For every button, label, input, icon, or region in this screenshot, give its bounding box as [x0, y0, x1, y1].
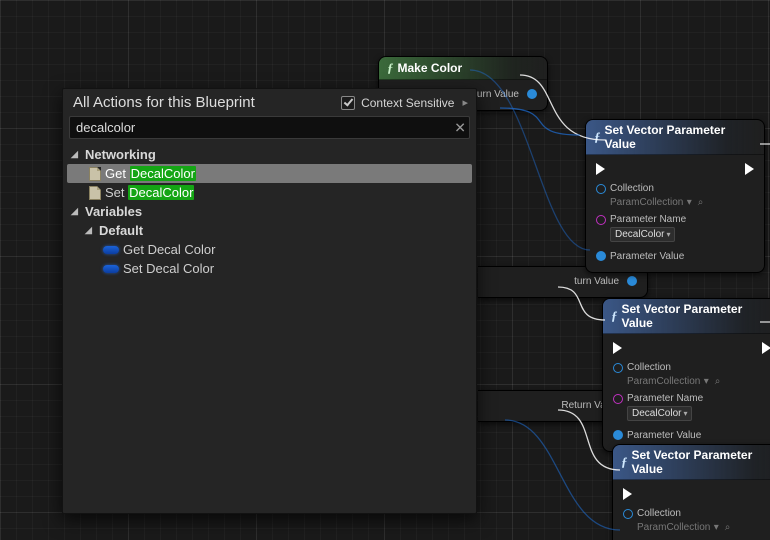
context-sensitive-toggle[interactable]: Context Sensitive ▸: [341, 96, 468, 110]
pin-value: ParamCollection: [637, 522, 710, 533]
exec-pin-out[interactable]: [745, 163, 754, 175]
node-header[interactable]: ƒ Set Vector Parameter Value: [603, 299, 770, 334]
action-label: Get Decal Color: [123, 242, 215, 257]
node-set-vector-param-2[interactable]: ƒ Set Vector Parameter Value Collection …: [602, 298, 770, 452]
collapse-icon: ◢: [71, 149, 81, 160]
pin-label: Collection: [637, 508, 681, 519]
param-name-dropdown[interactable]: DecalColor: [610, 227, 675, 242]
pin-label: Parameter Value: [627, 430, 701, 441]
exec-pin-in[interactable]: [613, 342, 622, 354]
pin-output[interactable]: [527, 89, 537, 99]
action-list: ◢ Networking Get DecalColor Set DecalCol…: [63, 143, 476, 513]
function-doc-icon: [89, 167, 101, 181]
browse-icon[interactable]: ⌕: [715, 376, 721, 387]
action-label: Set Decal Color: [123, 261, 214, 276]
pin-label: Parameter Name: [610, 214, 686, 225]
node-set-vector-param-3[interactable]: ƒ Set Vector Parameter Value Collection …: [612, 444, 770, 540]
action-label: Get DecalColor: [105, 166, 196, 181]
pin-collection[interactable]: [596, 184, 606, 194]
category-label: Variables: [85, 204, 142, 219]
action-get-decal-color-var[interactable]: Get Decal Color: [67, 240, 472, 259]
menu-title: All Actions for this Blueprint: [73, 94, 255, 111]
dropdown-icon[interactable]: ▾: [714, 522, 719, 533]
function-icon: ƒ: [621, 454, 628, 470]
chevron-right-icon: ▸: [462, 96, 468, 109]
context-sensitive-label: Context Sensitive: [361, 96, 454, 110]
function-icon: ƒ: [611, 308, 618, 324]
pin-collection[interactable]: [623, 509, 633, 519]
function-icon: ƒ: [594, 129, 601, 145]
node-header[interactable]: ƒ Set Vector Parameter Value: [586, 120, 764, 155]
pin-collection[interactable]: [613, 363, 623, 373]
action-label: Set DecalColor: [105, 185, 194, 200]
pin-param-name[interactable]: [613, 394, 623, 404]
category-label: Networking: [85, 147, 156, 162]
collapse-icon: ◢: [85, 225, 95, 236]
function-doc-icon: [89, 186, 101, 200]
category-variables[interactable]: ◢ Variables: [67, 202, 472, 221]
variable-pill-icon: [103, 265, 119, 273]
node-header-make-color[interactable]: ƒ Make Color: [379, 57, 547, 80]
browse-icon[interactable]: ⌕: [698, 197, 704, 208]
search-input[interactable]: [69, 116, 470, 139]
browse-icon[interactable]: ⌕: [725, 522, 731, 533]
action-get-decalcolor[interactable]: Get DecalColor: [67, 164, 472, 183]
node-title: Set Vector Parameter Value: [622, 302, 770, 330]
dropdown-icon[interactable]: ▾: [704, 376, 709, 387]
pin-param-name[interactable]: [596, 215, 606, 225]
checkbox-icon[interactable]: [341, 96, 355, 110]
node-title: Set Vector Parameter Value: [632, 448, 770, 476]
subcategory-default[interactable]: ◢ Default: [67, 221, 472, 240]
node-title: Set Vector Parameter Value: [605, 123, 757, 151]
exec-pin-out[interactable]: [762, 342, 770, 354]
function-icon: ƒ: [387, 60, 394, 76]
pin-param-value[interactable]: [613, 430, 623, 440]
pin-label: Collection: [627, 362, 671, 373]
action-set-decalcolor[interactable]: Set DecalColor: [67, 183, 472, 202]
pin-label: Parameter Value: [610, 251, 684, 262]
exec-pin-in[interactable]: [596, 163, 605, 175]
menu-titlebar: All Actions for this Blueprint Context S…: [63, 89, 476, 114]
pin-value: ParamCollection: [610, 197, 683, 208]
pin-param-value[interactable]: [596, 251, 606, 261]
dropdown-icon[interactable]: ▾: [687, 197, 692, 208]
subcategory-label: Default: [99, 223, 143, 238]
action-set-decal-color-var[interactable]: Set Decal Color: [67, 259, 472, 278]
pin-value: ParamCollection: [627, 376, 700, 387]
category-networking[interactable]: ◢ Networking: [67, 145, 472, 164]
pin-label: Parameter Name: [627, 393, 703, 404]
node-title: Make Color: [398, 61, 463, 75]
exec-pin-in[interactable]: [623, 488, 632, 500]
blueprint-action-menu[interactable]: All Actions for this Blueprint Context S…: [62, 88, 477, 514]
pin-label: Collection: [610, 183, 654, 194]
collapse-icon: ◢: [71, 206, 81, 217]
node-header[interactable]: ƒ Set Vector Parameter Value: [613, 445, 770, 480]
pin-output[interactable]: [627, 276, 637, 286]
variable-pill-icon: [103, 246, 119, 254]
clear-search-icon[interactable]: ✕: [454, 119, 466, 136]
node-set-vector-param-1[interactable]: ƒ Set Vector Parameter Value Collection …: [585, 119, 765, 273]
param-name-dropdown[interactable]: DecalColor: [627, 406, 692, 421]
pin-label: turn Value: [574, 276, 619, 287]
